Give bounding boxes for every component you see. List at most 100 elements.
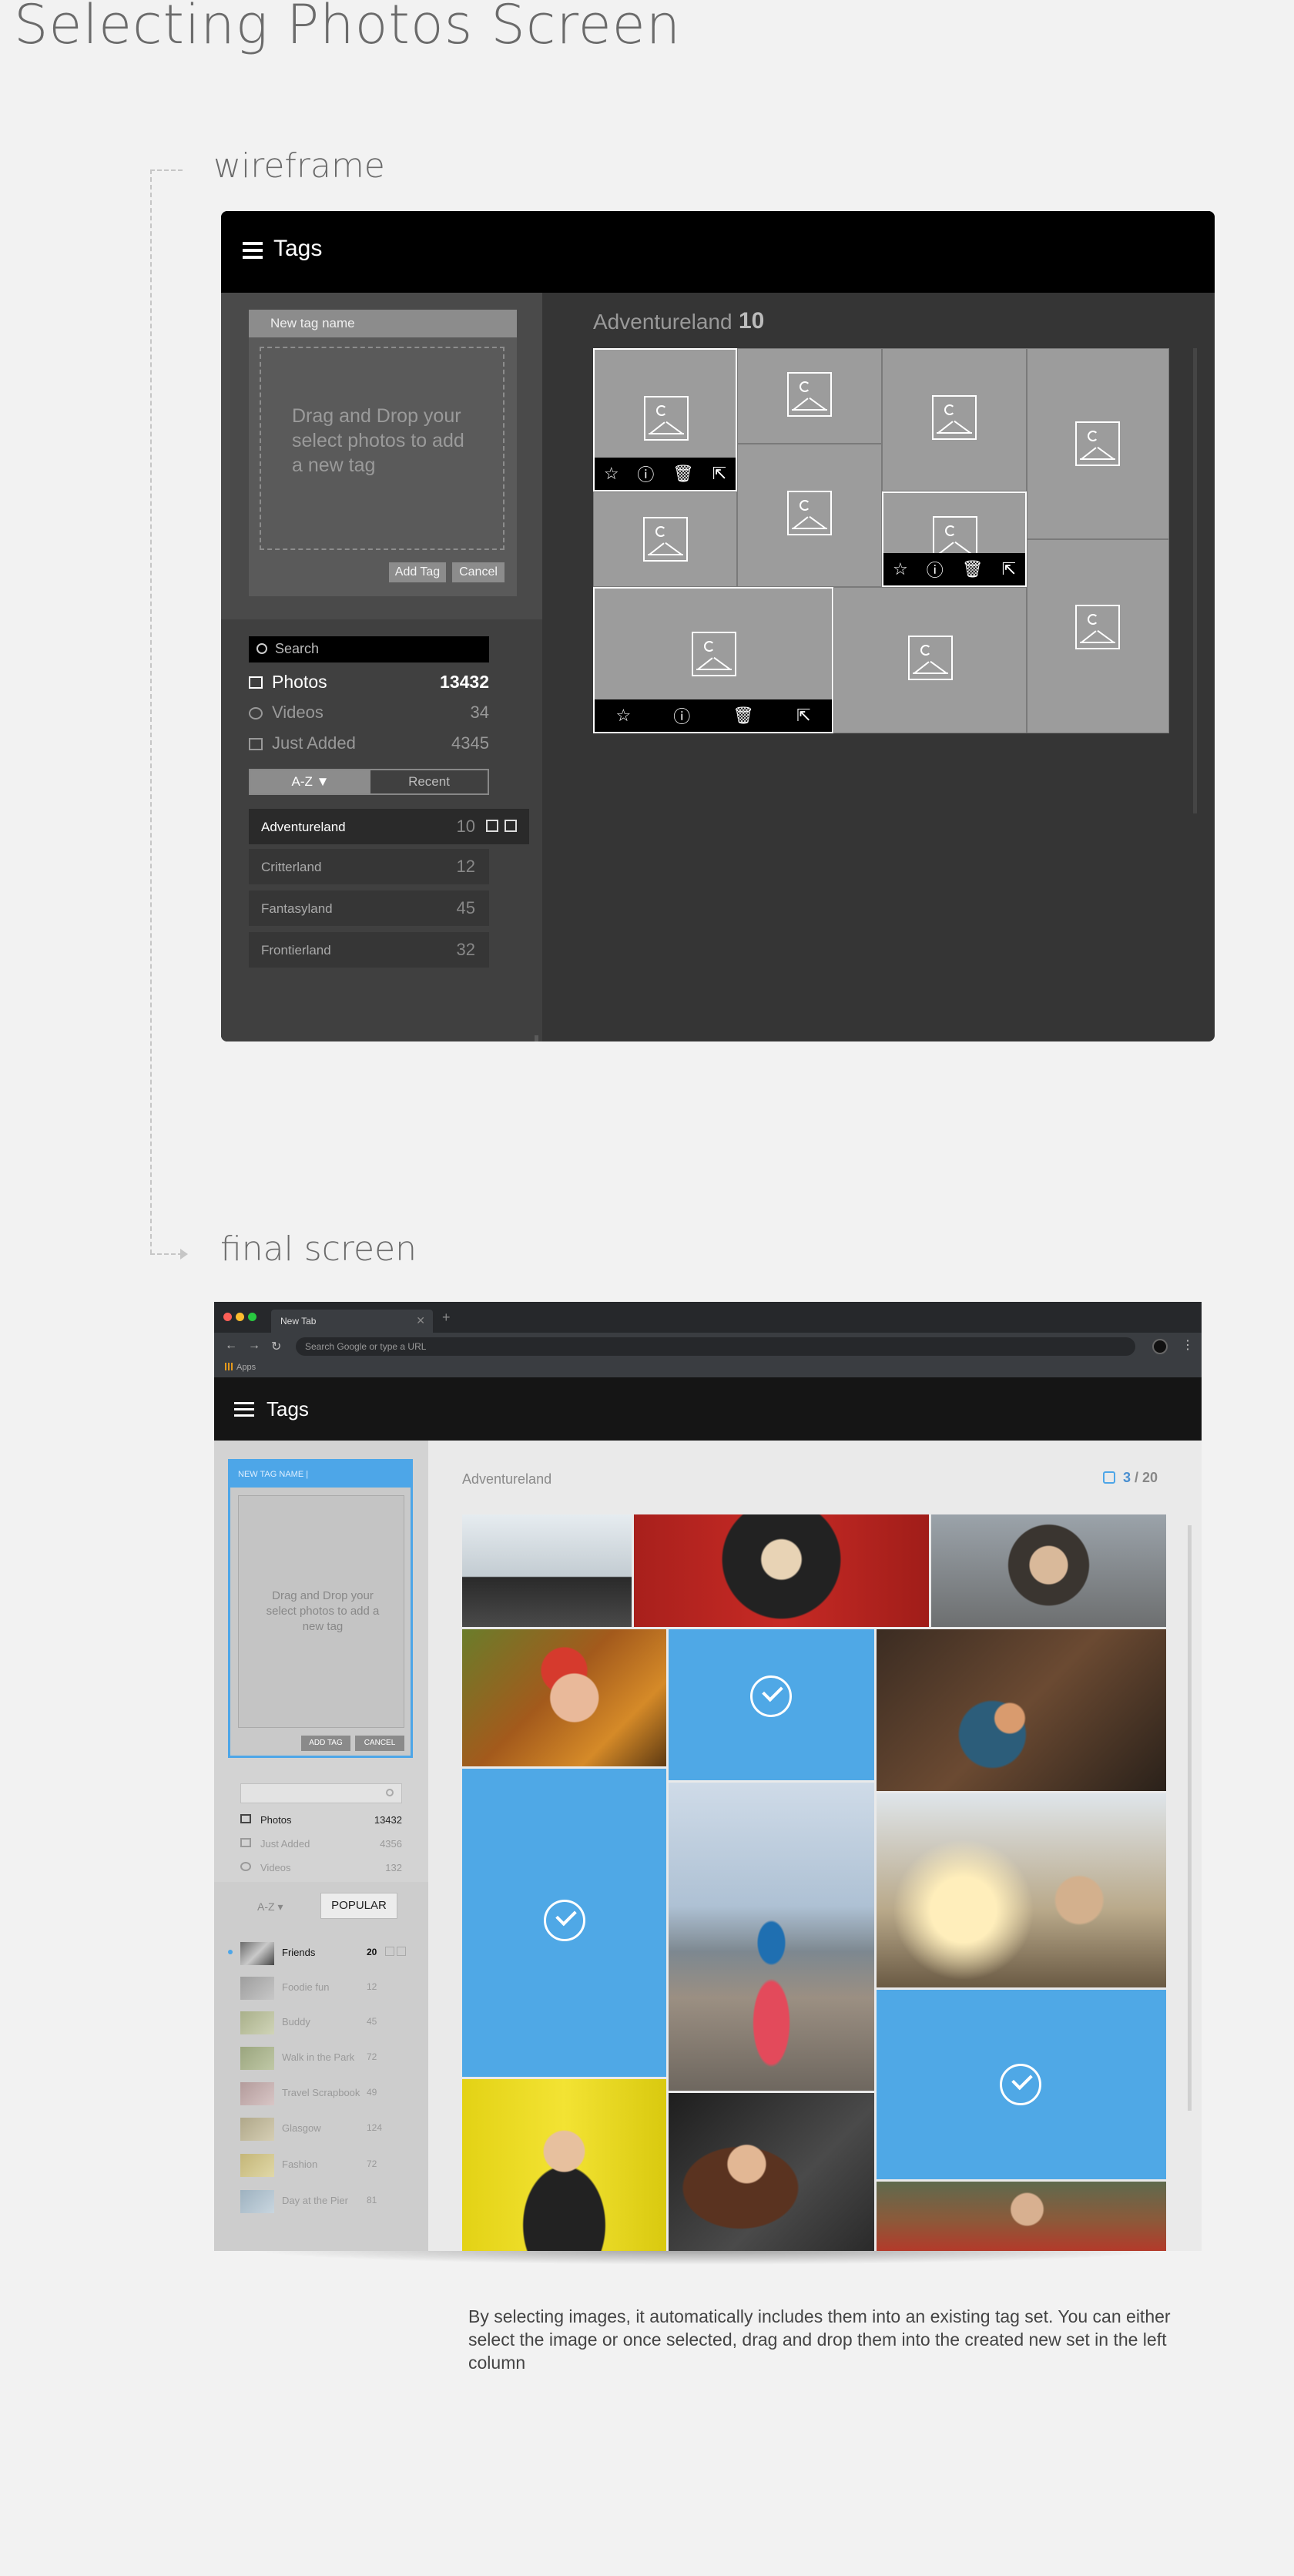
photo-tile[interactable] [877, 1793, 1166, 1987]
photo-tile[interactable] [462, 1629, 666, 1766]
photo-tile[interactable] [931, 1514, 1166, 1627]
tag-item[interactable]: Fantasyland 45 [249, 891, 489, 926]
photo-placeholder[interactable] [737, 348, 882, 444]
star-icon[interactable]: ☆ [615, 706, 631, 726]
photo-tile[interactable] [877, 2182, 1166, 2251]
image-icon [1075, 605, 1120, 649]
photo-tile-selected[interactable] [877, 1990, 1166, 2179]
new-tag-input[interactable]: NEW TAG NAME | [230, 1461, 411, 1488]
photo-tile[interactable] [669, 1783, 874, 2091]
cancel-button[interactable]: CANCEL [355, 1736, 404, 1751]
photo-tile[interactable] [877, 1629, 1166, 1791]
info-icon[interactable]: ⓘ [637, 461, 654, 486]
tag-item[interactable]: Walk in the Park 72 [239, 2042, 424, 2073]
add-tag-button[interactable]: ADD TAG [301, 1736, 350, 1751]
share-icon[interactable]: ⇱ [712, 464, 726, 484]
back-icon[interactable]: ← [225, 1339, 237, 1353]
filter-just-added[interactable]: Just Added 4345 [249, 732, 489, 758]
tag-item[interactable]: Friends 20 [228, 1937, 424, 1968]
browser-tab-bar: New Tab ✕ + [214, 1302, 1202, 1333]
gallery-title: Adventureland [462, 1471, 552, 1487]
sort-az-button[interactable]: A-Z ▾ [257, 1900, 283, 1914]
sort-popular-button[interactable]: POPULAR [320, 1893, 397, 1919]
photo-placeholder[interactable] [737, 444, 882, 587]
search-input[interactable]: Search [249, 636, 489, 662]
tag-item[interactable]: Travel Scrapbook 49 [239, 2078, 424, 2108]
photo-placeholder[interactable] [593, 491, 737, 587]
browser-tab[interactable]: New Tab ✕ [271, 1310, 433, 1333]
filter-videos[interactable]: Videos 34 [249, 701, 489, 727]
minimize-window-icon[interactable] [236, 1313, 244, 1321]
scrollbar[interactable] [1188, 1525, 1192, 2111]
info-icon[interactable]: ⓘ [927, 557, 944, 582]
photo-placeholder[interactable] [1027, 539, 1169, 733]
close-window-icon[interactable] [223, 1313, 232, 1321]
tag-item[interactable]: Frontierland 32 [249, 932, 489, 968]
photo-placeholder[interactable] [882, 348, 1027, 491]
drop-zone-text: Drag and Drop your select photos to add … [266, 1589, 380, 1633]
photo-tile-selected[interactable] [669, 1629, 874, 1780]
forward-icon[interactable]: → [248, 1339, 260, 1353]
image-icon [787, 372, 832, 417]
edit-icon[interactable] [385, 1947, 394, 1956]
filter-just-added[interactable]: Just Added 4356 [240, 1834, 402, 1854]
scrollbar[interactable] [535, 1035, 538, 1041]
filter-photos[interactable]: Photos 13432 [240, 1810, 402, 1830]
sort-az-button[interactable]: A-Z ▼ [250, 770, 370, 793]
info-icon[interactable]: ⓘ [673, 703, 690, 728]
filter-videos[interactable]: Videos 132 [240, 1858, 402, 1878]
photo-placeholder[interactable]: ☆ ⓘ 🗑 ⇱ [882, 491, 1027, 587]
photo-tile-selected[interactable] [462, 1769, 666, 2077]
tag-item[interactable]: Foodie fun 12 [239, 1972, 424, 2003]
edit-icon[interactable] [486, 820, 498, 832]
photo-tile[interactable] [462, 2079, 666, 2251]
checkmark-icon [544, 1900, 585, 1941]
hamburger-menu-icon[interactable] [234, 1402, 254, 1417]
star-icon[interactable]: ☆ [893, 559, 908, 579]
tag-item[interactable]: Adventureland 10 [249, 809, 529, 844]
tag-item[interactable]: Critterland 12 [249, 849, 489, 884]
photo-placeholder[interactable] [1027, 348, 1169, 539]
trash-icon[interactable] [505, 820, 517, 832]
drop-zone[interactable]: Drag and Drop your select photos to add … [260, 347, 505, 550]
final-screen-window: New Tab ✕ + ← → ↻ Search Google or type a… [214, 1302, 1202, 2251]
scrollbar[interactable] [1193, 348, 1197, 813]
photo-placeholder[interactable] [833, 587, 1027, 733]
profile-avatar[interactable] [1152, 1339, 1168, 1354]
search-input[interactable] [240, 1783, 402, 1803]
sort-recent-button[interactable]: Recent [370, 770, 488, 793]
close-tab-icon[interactable]: ✕ [416, 1314, 425, 1327]
maximize-window-icon[interactable] [248, 1313, 256, 1321]
photo-tile[interactable] [669, 2093, 874, 2251]
wireframe-label: wireframe [213, 146, 385, 186]
address-bar[interactable]: Search Google or type a URL [296, 1337, 1135, 1356]
tag-item[interactable]: Fashion 72 [239, 2149, 424, 2180]
image-icon [240, 1838, 251, 1847]
filter-photos[interactable]: Photos 13432 [249, 670, 489, 696]
trash-icon[interactable] [397, 1947, 406, 1956]
photo-placeholder[interactable]: ☆ ⓘ 🗑 ⇱ [593, 348, 737, 491]
image-icon [249, 738, 263, 750]
browser-menu-icon[interactable]: ⋮ [1182, 1337, 1194, 1353]
photo-tile[interactable] [634, 1514, 929, 1627]
cancel-button[interactable]: Cancel [452, 562, 505, 582]
trash-icon[interactable]: 🗑 [672, 464, 694, 484]
star-icon[interactable]: ☆ [604, 464, 619, 484]
share-icon[interactable]: ⇱ [796, 706, 810, 726]
share-icon[interactable]: ⇱ [1002, 559, 1016, 579]
reload-icon[interactable]: ↻ [271, 1339, 281, 1354]
trash-icon[interactable]: 🗑 [962, 559, 984, 579]
drop-zone[interactable]: Drag and Drop your select photos to add … [238, 1495, 404, 1728]
photo-tile[interactable] [462, 1514, 632, 1627]
tag-item[interactable]: Glasgow 124 [239, 2113, 424, 2144]
trash-icon[interactable]: 🗑 [732, 706, 754, 726]
hamburger-menu-icon[interactable] [243, 242, 263, 259]
tag-item[interactable]: Day at the Pier 81 [239, 2185, 424, 2216]
add-tag-button[interactable]: Add Tag [389, 562, 446, 582]
new-tag-input[interactable]: New tag name [249, 310, 517, 337]
tag-item[interactable]: Buddy 45 [239, 2007, 424, 2038]
apps-bookmark[interactable]: Apps [236, 1363, 256, 1372]
photo-placeholder[interactable]: ☆ ⓘ 🗑 ⇱ [593, 587, 833, 733]
image-icon [932, 395, 977, 440]
new-tab-icon[interactable]: + [442, 1310, 451, 1326]
